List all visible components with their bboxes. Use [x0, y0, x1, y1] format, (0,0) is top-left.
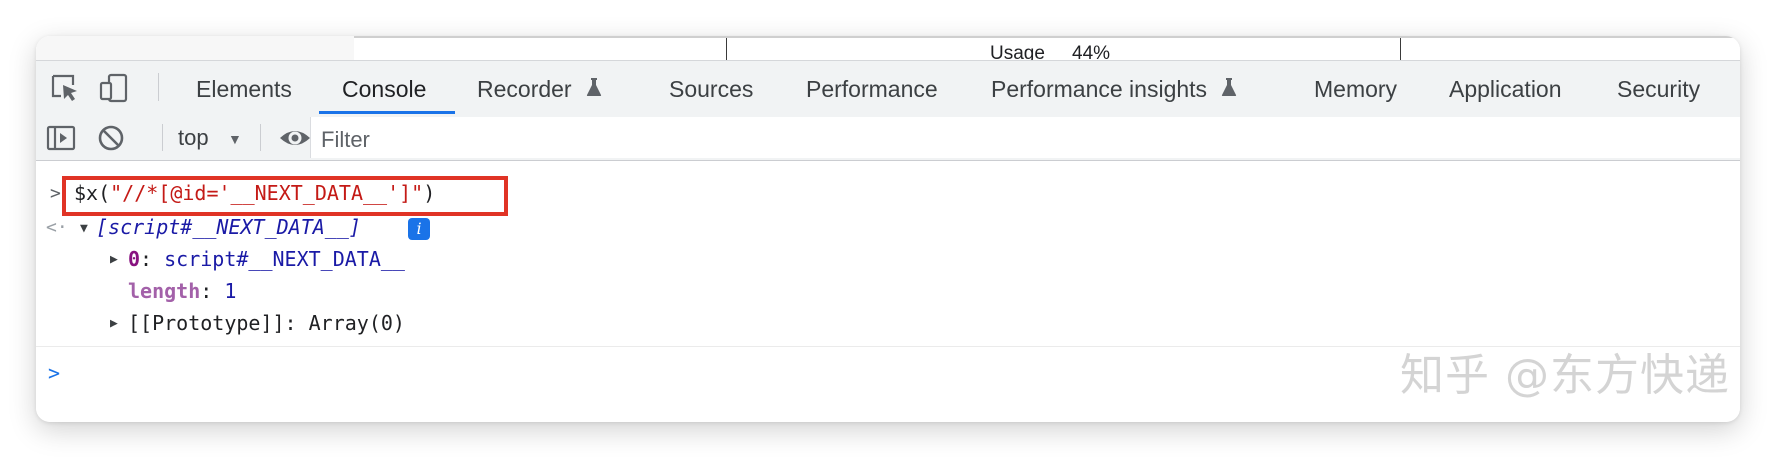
tab-recorder-label: Recorder [477, 76, 572, 102]
expand-triangle-down-icon[interactable]: ▼ [80, 221, 88, 236]
expand-triangle-right-icon[interactable]: ▶ [110, 316, 118, 331]
tab-sources[interactable]: Sources [669, 76, 753, 103]
entry-value: script#__NEXT_DATA__ [164, 247, 405, 271]
tab-console[interactable]: Console [342, 76, 426, 103]
command-prefix: $x( [74, 181, 111, 205]
table-border [726, 36, 1400, 38]
tab-performance[interactable]: Performance [806, 76, 938, 103]
result-entry[interactable]: ▶ [[Prototype]]: Array(0) [36, 311, 1740, 341]
console-prompt-icon: > [48, 361, 61, 385]
tab-performance-insights-label: Performance insights [991, 76, 1208, 102]
page-sidebar-cell [36, 36, 354, 60]
tab-elements[interactable]: Elements [196, 76, 292, 103]
active-tab-indicator [319, 111, 455, 114]
table-border [1400, 36, 1740, 38]
expand-triangle-right-icon[interactable]: ▶ [110, 252, 118, 267]
flask-icon [1222, 78, 1237, 96]
table-border [354, 36, 726, 38]
table-divider [726, 36, 727, 60]
tab-recorder[interactable]: Recorder [477, 76, 602, 103]
tab-performance-insights[interactable]: Performance insights [991, 76, 1237, 103]
entry-value: 1 [224, 279, 237, 303]
result-entry: length: 1 [36, 279, 1740, 309]
tab-separator [158, 73, 159, 101]
clear-console-icon[interactable] [96, 123, 126, 153]
tab-security[interactable]: Security [1617, 76, 1700, 103]
toolbar-separator [162, 124, 163, 151]
tab-memory[interactable]: Memory [1314, 76, 1397, 103]
filter-input[interactable]: Filter [310, 117, 1740, 158]
result-arrow-icon: <· [46, 217, 68, 238]
info-icon[interactable]: i [408, 218, 430, 240]
table-divider [1400, 36, 1401, 60]
toolbar-separator [260, 124, 261, 151]
console-command[interactable]: $x("//*[@id='__NEXT_DATA__']") [74, 181, 435, 205]
tab-application[interactable]: Application [1449, 76, 1562, 103]
devtools-window: Usage 44% Elements Console Recorder Sour… [36, 36, 1740, 422]
entry-separator: : [284, 311, 309, 335]
inspect-element-icon[interactable] [49, 72, 81, 104]
sidebar-toggle-icon[interactable] [46, 123, 76, 153]
result-summary[interactable]: [script#__NEXT_DATA__] [96, 215, 361, 239]
flask-icon [586, 78, 602, 96]
filter-placeholder: Filter [321, 127, 370, 152]
entry-key: 0 [128, 247, 141, 271]
watermark: 知乎 @东方快递 [1400, 350, 1730, 401]
entry-key: [[Prototype]] [128, 311, 285, 335]
result-entry[interactable]: ▶ 0: script#__NEXT_DATA__ [36, 247, 1740, 277]
chevron-down-icon[interactable]: ▼ [228, 131, 242, 147]
console-result-row: <· ▼ [script#__NEXT_DATA__] i [36, 215, 1740, 245]
live-expression-eye-icon[interactable] [278, 123, 312, 153]
chevron-right-icon: > [50, 183, 61, 204]
entry-separator: : [200, 279, 225, 303]
command-suffix: ) [423, 181, 436, 205]
devtools-tab-bar: Elements Console Recorder Sources Perfor… [36, 60, 1740, 116]
device-toolbar-icon[interactable] [98, 72, 130, 104]
page-content-strip: Usage 44% [36, 36, 1740, 64]
entry-separator: : [140, 247, 165, 271]
console-output: > $x("//*[@id='__NEXT_DATA__']") <· ▼ [s… [36, 161, 1740, 422]
console-toolbar: top ▼ Filter [36, 115, 1740, 161]
entry-value: Array(0) [308, 311, 405, 335]
console-command-row: > $x("//*[@id='__NEXT_DATA__']") [36, 176, 1740, 216]
entry-key: length [128, 279, 201, 303]
command-string: "//*[@id='__NEXT_DATA__']" [110, 181, 424, 205]
execution-context-select[interactable]: top [178, 125, 209, 151]
